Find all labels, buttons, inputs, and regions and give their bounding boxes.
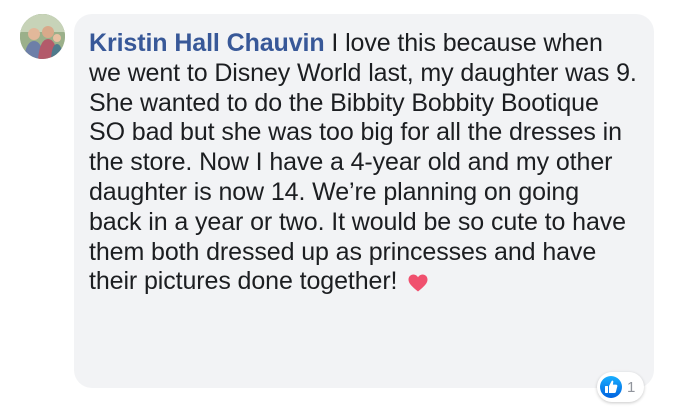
comment-bubble: Kristin Hall Chauvin I love this because… xyxy=(74,14,654,388)
comment-body: Kristin Hall Chauvin I love this because… xyxy=(89,29,638,300)
comment-author-link[interactable]: Kristin Hall Chauvin xyxy=(89,29,325,57)
like-icon xyxy=(600,376,622,398)
reaction-summary[interactable]: 1 xyxy=(597,372,645,402)
comment-text: I love this because when we went to Disn… xyxy=(89,29,637,296)
heart-icon xyxy=(408,270,428,300)
reaction-count: 1 xyxy=(627,378,636,396)
profile-photo xyxy=(20,14,65,59)
avatar[interactable] xyxy=(20,14,65,59)
